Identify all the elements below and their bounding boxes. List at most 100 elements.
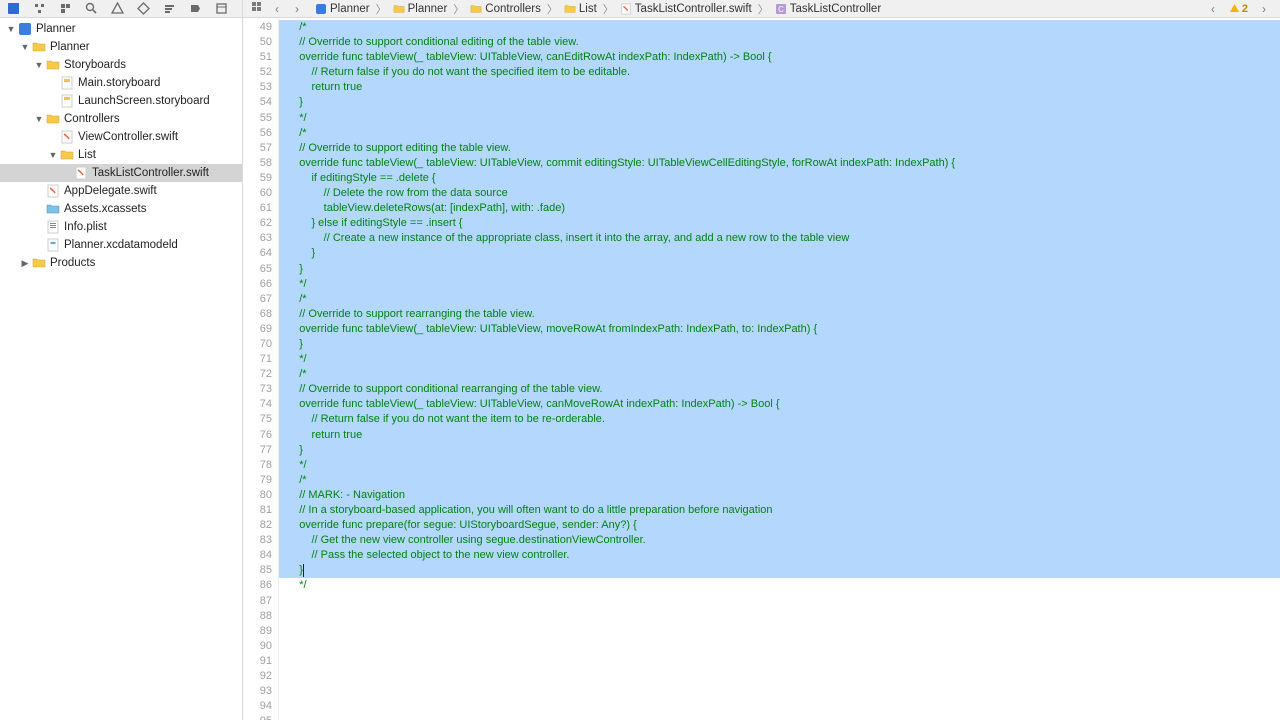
code-line[interactable]: } — [279, 95, 1280, 110]
code-line[interactable]: // In a storyboard-based application, yo… — [279, 503, 1280, 518]
disclosure-down-icon[interactable]: ▼ — [34, 114, 44, 124]
tree-item-label: LaunchScreen.storyboard — [78, 95, 210, 107]
code-line[interactable]: */ — [279, 458, 1280, 473]
breadcrumb-label: Planner — [408, 3, 448, 15]
code-editor[interactable]: 4950515253545556575859606162636465666768… — [243, 18, 1280, 720]
code-line[interactable]: } else if editingStyle == .insert { — [279, 216, 1280, 231]
code-line[interactable]: /* — [279, 473, 1280, 488]
code-line[interactable]: // Override to support conditional rearr… — [279, 382, 1280, 397]
folder-icon — [60, 148, 74, 162]
code-line[interactable]: /* — [279, 20, 1280, 35]
code-line[interactable]: override func tableView(_ tableView: UIT… — [279, 397, 1280, 412]
swift-icon — [620, 3, 632, 15]
breakpoint-navigator-tab[interactable] — [188, 2, 202, 16]
code-line[interactable]: // Override to support rearranging the t… — [279, 307, 1280, 322]
code-line[interactable]: // Override to support editing the table… — [279, 141, 1280, 156]
code-line[interactable]: // MARK: - Navigation — [279, 488, 1280, 503]
tree-row[interactable]: AppDelegate.swift — [0, 182, 242, 200]
code-line[interactable]: /* — [279, 292, 1280, 307]
tree-row[interactable]: LaunchScreen.storyboard — [0, 92, 242, 110]
tree-row[interactable]: ▼Planner — [0, 38, 242, 56]
tree-row[interactable]: Info.plist — [0, 218, 242, 236]
code-line[interactable]: tableView.deleteRows(at: [indexPath], wi… — [279, 201, 1280, 216]
swift-icon — [60, 130, 74, 144]
tree-row[interactable]: TaskListController.swift — [0, 164, 242, 182]
code-line[interactable]: // Get the new view controller using seg… — [279, 533, 1280, 548]
code-line[interactable]: */ — [279, 111, 1280, 126]
code-line[interactable]: // Create a new instance of the appropri… — [279, 231, 1280, 246]
code-line[interactable]: override func tableView(_ tableView: UIT… — [279, 156, 1280, 171]
breadcrumb-label: List — [579, 3, 597, 15]
breadcrumb-item[interactable]: List — [560, 3, 601, 15]
code-line[interactable]: } — [279, 563, 1280, 578]
source-control-navigator-tab[interactable] — [32, 2, 46, 16]
disclosure-down-icon[interactable]: ▼ — [48, 150, 58, 160]
sb-icon — [60, 76, 74, 90]
folder-icon — [32, 256, 46, 270]
prev-issue-icon[interactable]: ‹ — [1205, 2, 1221, 16]
editor-area: ‹ › Planner〉Planner〉Controllers〉List〉Tas… — [243, 0, 1280, 720]
disclosure-down-icon[interactable]: ▼ — [20, 42, 30, 52]
code-line[interactable]: override func tableView(_ tableView: UIT… — [279, 322, 1280, 337]
issue-navigator-tab[interactable] — [110, 2, 124, 16]
code-content[interactable]: /* // Override to support conditional ed… — [279, 18, 1280, 720]
warning-badge[interactable]: 2 — [1229, 3, 1248, 15]
tree-row[interactable]: Main.storyboard — [0, 74, 242, 92]
tree-row[interactable]: Planner.xcdatamodeld — [0, 236, 242, 254]
code-line[interactable]: */ — [279, 578, 1280, 593]
code-line[interactable]: /* — [279, 367, 1280, 382]
folder-icon — [564, 3, 576, 15]
tree-row[interactable]: ▼List — [0, 146, 242, 164]
code-line[interactable]: } — [279, 262, 1280, 277]
next-issue-icon[interactable]: › — [1256, 2, 1272, 16]
code-line[interactable]: return true — [279, 80, 1280, 95]
breadcrumb-item[interactable]: Planner — [311, 3, 374, 15]
code-line[interactable]: // Return false if you do not want the i… — [279, 412, 1280, 427]
code-line[interactable]: if editingStyle == .delete { — [279, 171, 1280, 186]
breadcrumb-item[interactable]: TaskListController.swift — [616, 3, 756, 15]
tree-item-label: Main.storyboard — [78, 77, 160, 89]
tree-row[interactable]: ViewController.swift — [0, 128, 242, 146]
project-navigator-tab[interactable] — [6, 2, 20, 16]
tree-root[interactable]: ▼ Planner — [0, 20, 242, 38]
code-line[interactable]: } — [279, 443, 1280, 458]
disclosure-none — [34, 186, 44, 196]
tree-row[interactable]: ▶Products — [0, 254, 242, 272]
code-line[interactable]: // Return false if you do not want the s… — [279, 65, 1280, 80]
breadcrumb-item[interactable]: CTaskListController — [771, 3, 885, 15]
report-navigator-tab[interactable] — [214, 2, 228, 16]
breadcrumb-item[interactable]: Controllers — [466, 3, 545, 15]
code-line[interactable]: /* — [279, 126, 1280, 141]
code-line[interactable]: */ — [279, 352, 1280, 367]
code-line[interactable]: // Override to support conditional editi… — [279, 35, 1280, 50]
code-line[interactable]: // Delete the row from the data source — [279, 186, 1280, 201]
code-line[interactable]: override func prepare(for segue: UIStory… — [279, 518, 1280, 533]
back-button[interactable]: ‹ — [269, 2, 285, 16]
code-line[interactable]: } — [279, 246, 1280, 261]
test-navigator-tab[interactable] — [136, 2, 150, 16]
code-line[interactable]: return true — [279, 428, 1280, 443]
forward-button[interactable]: › — [289, 2, 305, 16]
debug-navigator-tab[interactable] — [162, 2, 176, 16]
tree-item-label: AppDelegate.swift — [64, 185, 157, 197]
code-line[interactable]: } — [279, 337, 1280, 352]
tree-row[interactable]: Assets.xcassets — [0, 200, 242, 218]
code-line[interactable]: override func tableView(_ tableView: UIT… — [279, 50, 1280, 65]
proj-icon — [315, 3, 327, 15]
related-items-icon[interactable] — [249, 1, 265, 17]
disclosure-none — [34, 222, 44, 232]
find-navigator-tab[interactable] — [84, 2, 98, 16]
breadcrumb-item[interactable]: Planner — [389, 3, 452, 15]
folder-icon — [46, 112, 60, 126]
navigator-tab-bar — [0, 0, 242, 18]
folder-icon — [32, 40, 46, 54]
disclosure-right-icon[interactable]: ▶ — [20, 258, 30, 268]
code-line[interactable]: // Pass the selected object to the new v… — [279, 548, 1280, 563]
tree-row[interactable]: ▼Controllers — [0, 110, 242, 128]
code-line[interactable]: */ — [279, 277, 1280, 292]
tree-row[interactable]: ▼Storyboards — [0, 56, 242, 74]
symbol-navigator-tab[interactable] — [58, 2, 72, 16]
disclosure-down-icon[interactable]: ▼ — [6, 24, 16, 34]
disclosure-down-icon[interactable]: ▼ — [34, 60, 44, 70]
swift-icon — [46, 184, 60, 198]
